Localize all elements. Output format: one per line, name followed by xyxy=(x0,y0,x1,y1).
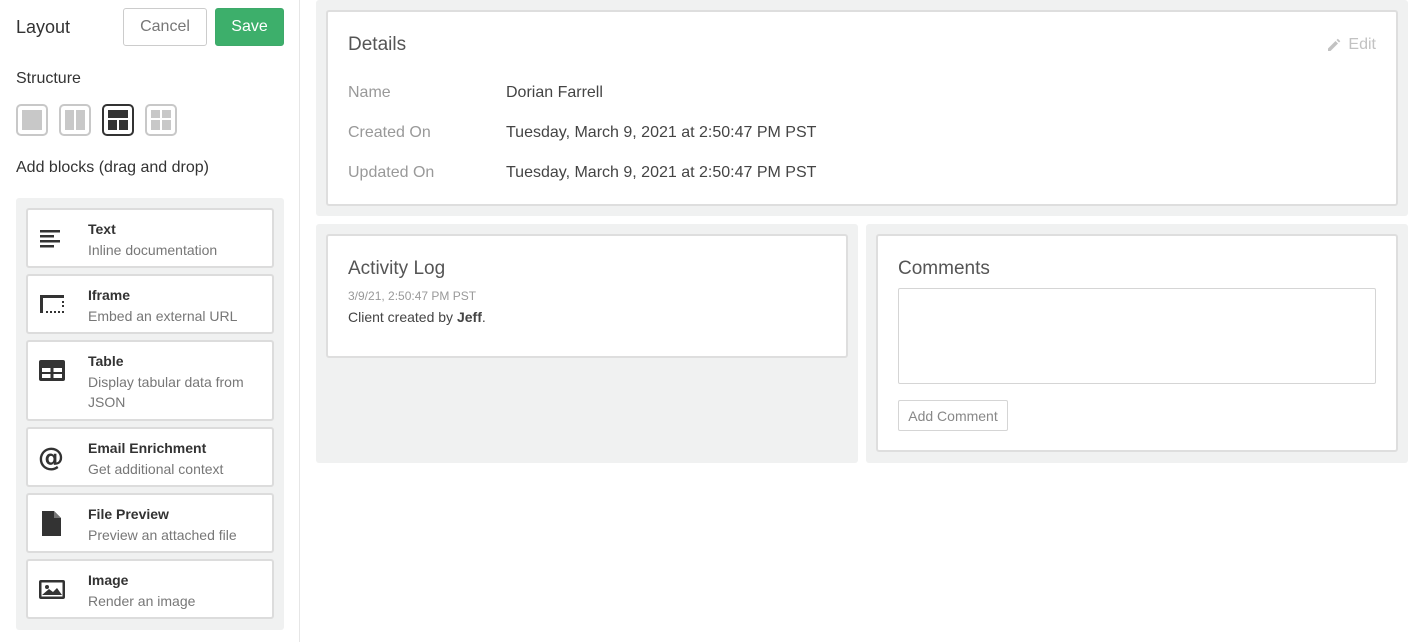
comments-panel: Comments Add Comment xyxy=(866,224,1408,463)
block-name: Text xyxy=(88,221,116,237)
cancel-button[interactable]: Cancel xyxy=(123,8,207,46)
details-panel: Details Edit Name Dorian Farrell Created… xyxy=(316,0,1408,216)
iframe-icon xyxy=(40,295,64,313)
svg-text:@: @ xyxy=(38,443,64,471)
blocks-palette: Text Inline documentation Iframe Embed a… xyxy=(16,198,284,630)
log-entry-text: Client created by xyxy=(348,309,457,325)
sidebar-title: Layout xyxy=(16,17,71,37)
edit-button[interactable]: Edit xyxy=(1326,36,1376,54)
block-desc: Inline documentation xyxy=(88,242,218,258)
details-card: Details Edit Name Dorian Farrell Created… xyxy=(326,10,1398,206)
structure-heading: Structure xyxy=(16,70,81,87)
block-desc: Embed an external URL xyxy=(88,308,238,324)
block-file-preview[interactable]: File Preview Preview an attached file xyxy=(26,493,274,553)
block-desc: Render an image xyxy=(88,593,196,609)
activity-log-title: Activity Log xyxy=(348,258,446,279)
comment-input[interactable] xyxy=(898,288,1376,384)
block-name: Table xyxy=(88,353,124,369)
add-blocks-heading: Add blocks (drag and drop) xyxy=(16,159,209,176)
updated-on-label: Updated On xyxy=(348,164,435,181)
name-value: Dorian Farrell xyxy=(506,84,603,101)
add-comment-button[interactable]: Add Comment xyxy=(898,400,1008,431)
save-button[interactable]: Save xyxy=(215,8,284,46)
block-desc: Display tabular data from JSON xyxy=(88,374,244,410)
created-on-label: Created On xyxy=(348,124,431,141)
block-text[interactable]: Text Inline documentation xyxy=(26,208,274,268)
block-desc: Get additional context xyxy=(88,461,224,477)
block-image[interactable]: Image Render an image xyxy=(26,559,274,619)
log-timestamp: 3/9/21, 2:50:47 PM PST xyxy=(348,289,477,303)
created-on-value: Tuesday, March 9, 2021 at 2:50:47 PM PST xyxy=(506,124,817,141)
pencil-icon xyxy=(1328,38,1341,51)
details-title: Details xyxy=(348,34,407,55)
text-align-icon xyxy=(40,230,60,248)
structure-options xyxy=(16,104,177,136)
at-sign-icon: @ xyxy=(38,443,64,471)
block-name: File Preview xyxy=(88,506,169,522)
block-table[interactable]: Table Display tabular data from JSON xyxy=(26,340,274,421)
activity-log-card: Activity Log 3/9/21, 2:50:47 PM PST Clie… xyxy=(326,234,848,358)
block-desc: Preview an attached file xyxy=(88,527,237,543)
comments-title: Comments xyxy=(898,258,990,279)
file-icon xyxy=(42,511,61,536)
activity-panel: Activity Log 3/9/21, 2:50:47 PM PST Clie… xyxy=(316,224,858,463)
grid-icon[interactable] xyxy=(145,104,177,136)
layout-sidebar: Layout Cancel Save Structure Add blocks … xyxy=(0,0,300,642)
block-email-enrichment[interactable]: @ Email Enrichment Get additional contex… xyxy=(26,427,274,487)
table-icon xyxy=(39,360,65,381)
block-name: Image xyxy=(88,572,129,588)
single-column-icon[interactable] xyxy=(16,104,48,136)
block-name: Iframe xyxy=(88,287,131,303)
log-entry: Client created by Jeff. xyxy=(348,309,486,325)
top-two-bottom-icon[interactable] xyxy=(102,104,134,136)
block-name: Email Enrichment xyxy=(88,440,207,456)
two-column-icon[interactable] xyxy=(59,104,91,136)
image-icon xyxy=(39,580,65,599)
updated-on-value: Tuesday, March 9, 2021 at 2:50:47 PM PST xyxy=(506,164,817,181)
comments-card: Comments Add Comment xyxy=(876,234,1398,452)
edit-label: Edit xyxy=(1348,36,1376,53)
block-iframe[interactable]: Iframe Embed an external URL xyxy=(26,274,274,334)
name-label: Name xyxy=(348,84,391,101)
log-entry-suffix: . xyxy=(481,309,486,325)
log-entry-user: Jeff xyxy=(456,309,482,325)
